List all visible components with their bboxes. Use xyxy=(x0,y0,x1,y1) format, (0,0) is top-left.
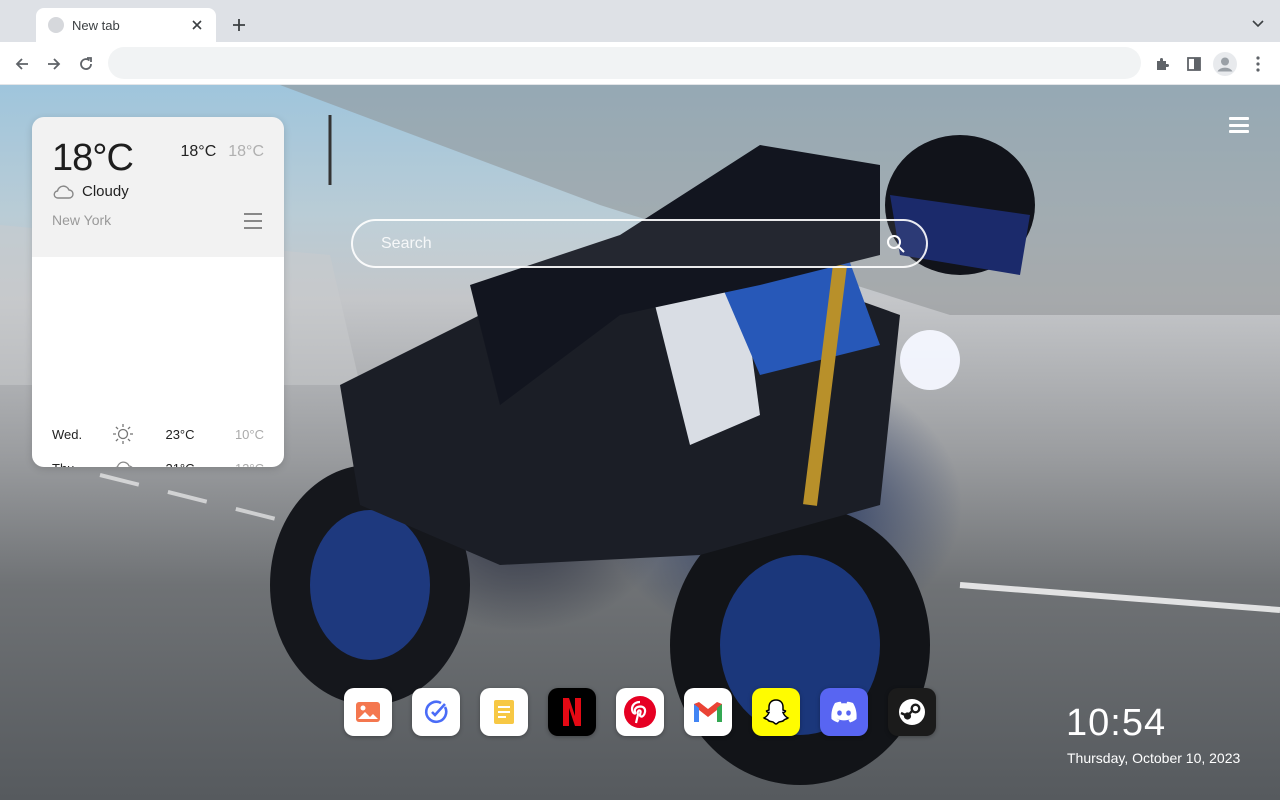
kebab-menu-icon xyxy=(1256,56,1260,72)
back-button[interactable] xyxy=(9,51,35,77)
app-shortcut-pinterest[interactable] xyxy=(616,688,664,736)
discord-icon xyxy=(828,700,860,724)
forecast-row: Thu. 21°C12°C xyxy=(52,451,264,467)
cloud-icon xyxy=(112,460,150,467)
forecast-high: 23°C xyxy=(165,426,195,442)
weather-menu-button[interactable] xyxy=(244,213,262,229)
condition-text: Cloudy xyxy=(82,183,129,200)
reload-button[interactable] xyxy=(73,51,99,77)
cloud-icon xyxy=(53,184,74,199)
photos-icon xyxy=(355,701,381,723)
app-dock xyxy=(344,688,936,736)
new-tab-button[interactable] xyxy=(228,14,250,36)
clock-date: Thursday, October 10, 2023 xyxy=(1067,750,1241,766)
today-high-low: 18°C 18°C xyxy=(181,143,265,161)
forecast-day: Wed. xyxy=(52,426,83,442)
app-shortcut-gmail[interactable] xyxy=(684,688,732,736)
app-shortcut-discord[interactable] xyxy=(820,688,868,736)
app-shortcut-netflix[interactable] xyxy=(548,688,596,736)
today-low: 18°C xyxy=(228,143,264,160)
page-menu-button[interactable] xyxy=(1229,117,1249,133)
tab-title: New tab xyxy=(72,17,120,33)
side-panel-icon xyxy=(1187,57,1201,71)
search-icon[interactable] xyxy=(886,234,906,254)
clock-time: 10:54 xyxy=(1066,702,1167,744)
today-high: 18°C xyxy=(180,143,217,160)
sun-icon xyxy=(112,423,150,445)
current-temperature: 18°C xyxy=(52,137,134,179)
forecast-low: 12°C xyxy=(210,461,264,468)
gmail-icon xyxy=(692,700,724,724)
forecast-high: 21°C xyxy=(150,461,210,468)
browser-toolbar xyxy=(0,42,1280,85)
tab-search-button[interactable] xyxy=(1248,14,1268,34)
avatar-icon xyxy=(1213,52,1237,76)
address-bar[interactable] xyxy=(108,47,1141,79)
forward-button[interactable] xyxy=(41,51,67,77)
forecast-low: 10°C xyxy=(234,426,264,442)
puzzle-icon xyxy=(1157,58,1169,70)
weather-current: 18°C 18°C 18°C Cloudy New York xyxy=(32,117,284,257)
search-bar[interactable] xyxy=(351,219,928,268)
reload-icon xyxy=(80,57,92,70)
tab-favicon-icon xyxy=(48,17,64,33)
pinterest-icon xyxy=(623,695,657,729)
weather-condition: Cloudy xyxy=(52,183,129,200)
forecast-day: Thu. xyxy=(52,461,112,468)
extensions-button[interactable] xyxy=(1150,52,1174,76)
steam-icon xyxy=(897,697,927,727)
close-icon[interactable] xyxy=(188,16,206,34)
browser-menu-button[interactable] xyxy=(1246,52,1270,76)
chevron-down-icon xyxy=(1252,20,1264,28)
profile-button[interactable] xyxy=(1213,52,1237,76)
app-shortcut-tasks[interactable] xyxy=(412,688,460,736)
app-shortcut-photos[interactable] xyxy=(344,688,392,736)
city-name: New York xyxy=(52,212,112,228)
app-shortcut-snapchat[interactable] xyxy=(752,688,800,736)
checkmark-icon xyxy=(423,699,449,725)
snapchat-icon xyxy=(761,697,791,727)
weather-forecast-panel: Wed.23°C10°CThu.21°C12°CFri.22°C10°CSat.… xyxy=(32,257,284,467)
tab-new-tab[interactable]: New tab xyxy=(36,8,216,42)
plus-icon xyxy=(233,19,245,31)
forecast-row: Wed. 23°C 10°C xyxy=(52,417,264,451)
tab-strip: New tab xyxy=(0,0,1280,42)
notes-icon xyxy=(492,699,516,725)
app-shortcut-steam[interactable] xyxy=(888,688,936,736)
arrow-right-icon xyxy=(48,58,61,70)
weather-widget: 18°C 18°C 18°C Cloudy New York Wed. 23°C 10… xyxy=(32,117,284,467)
netflix-icon xyxy=(561,696,583,728)
arrow-left-icon xyxy=(15,58,28,70)
forecast-list: Wed.23°C10°CThu.21°C12°CFri.22°C10°CSat.… xyxy=(52,417,264,467)
app-shortcut-notes[interactable] xyxy=(480,688,528,736)
search-input[interactable] xyxy=(381,221,861,266)
side-panel-button[interactable] xyxy=(1182,52,1206,76)
